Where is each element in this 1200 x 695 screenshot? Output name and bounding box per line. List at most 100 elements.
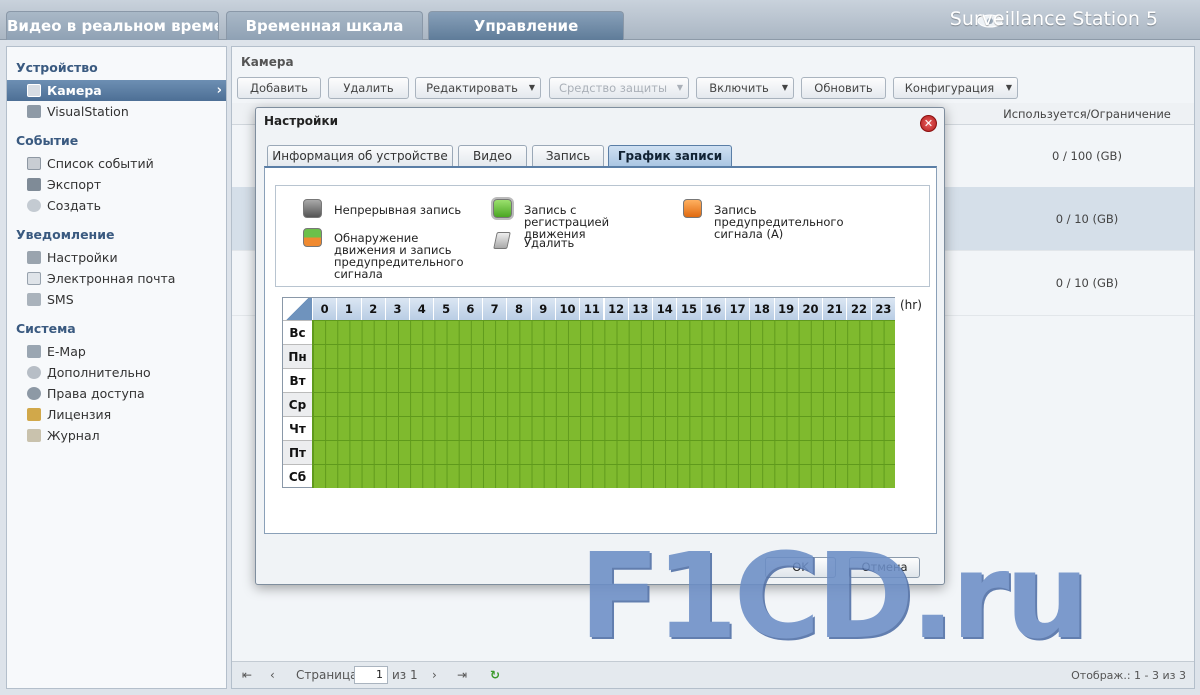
add-button[interactable]: Добавить [237, 77, 321, 99]
day-label[interactable]: Пн [283, 344, 312, 368]
sidebar-item-label: Создать [47, 198, 101, 213]
hour-label[interactable]: 3 [384, 298, 410, 320]
day-label[interactable]: Ср [283, 392, 312, 416]
day-label[interactable]: Чт [283, 416, 312, 440]
sidebar-item-advanced[interactable]: Дополнительно [7, 362, 226, 383]
first-page-icon[interactable]: ⇤ [242, 668, 252, 682]
sidebar-item-privileges[interactable]: Права доступа [7, 383, 226, 404]
hour-label[interactable]: 0 [312, 298, 337, 320]
close-icon[interactable]: ✕ [920, 115, 937, 132]
sidebar-section-notification: Уведомление [16, 227, 115, 242]
sidebar-item-create[interactable]: Создать [7, 195, 226, 216]
last-page-icon[interactable]: ⇥ [457, 668, 467, 682]
day-label[interactable]: Вт [283, 368, 312, 392]
hour-label[interactable]: 14 [652, 298, 677, 320]
page-number-input[interactable]: 1 [354, 666, 388, 684]
hour-label[interactable]: 7 [482, 298, 507, 320]
hour-label[interactable]: 21 [822, 298, 847, 320]
hour-label[interactable]: 19 [773, 298, 798, 320]
protection-button[interactable]: Средство защиты ▼ [549, 77, 689, 99]
sidebar-item-label: Настройки [47, 250, 118, 265]
column-header-usage[interactable]: Используется/Ограничение [982, 107, 1192, 121]
hour-label[interactable]: 23 [870, 298, 895, 320]
usage-cell: 0 / 100 (GB) [1052, 149, 1122, 163]
dialog-title: Настройки [264, 114, 339, 128]
refresh-icon[interactable]: ↻ [490, 668, 500, 682]
hour-label[interactable]: 15 [676, 298, 701, 320]
motion-alarm-record-icon[interactable] [303, 228, 322, 247]
select-all-corner[interactable] [283, 298, 312, 320]
hour-label[interactable]: 16 [700, 298, 725, 320]
motion-record-icon[interactable] [493, 199, 512, 218]
hour-label[interactable]: 11 [579, 298, 604, 320]
sidebar-item-visualstation[interactable]: VisualStation [7, 101, 226, 122]
prev-page-icon[interactable]: ‹ [270, 668, 275, 682]
tab-live-view[interactable]: Видео в реальном времени [6, 11, 219, 40]
refresh-button[interactable]: Обновить [801, 77, 886, 99]
dropdown-arrow-icon: ▼ [781, 83, 788, 92]
schedule-cells[interactable] [312, 320, 895, 488]
hour-label[interactable]: 13 [627, 298, 653, 320]
tab-management[interactable]: Управление [428, 11, 624, 40]
day-label[interactable]: Сб [283, 464, 312, 488]
hour-label[interactable]: 8 [506, 298, 531, 320]
hour-label[interactable]: 4 [409, 298, 434, 320]
tab-device-info[interactable]: Информация об устройстве [267, 145, 453, 167]
hour-label[interactable]: 2 [360, 298, 385, 320]
config-button[interactable]: Конфигурация ▼ [893, 77, 1018, 99]
tab-recording-schedule[interactable]: График записи [608, 145, 732, 167]
settings-icon [27, 251, 41, 264]
enable-button[interactable]: Включить ▼ [696, 77, 794, 99]
hour-label[interactable]: 20 [797, 298, 823, 320]
edit-button[interactable]: Редактировать ▼ [415, 77, 541, 99]
delete-button[interactable]: Удалить [328, 77, 409, 99]
sidebar-item-label: Список событий [47, 156, 154, 171]
hour-label[interactable]: 9 [530, 298, 555, 320]
sidebar-item-sms[interactable]: SMS [7, 289, 226, 310]
hour-label[interactable]: 10 [554, 298, 580, 320]
page-label: Страница [296, 668, 358, 682]
usage-cell: 0 / 10 (GB) [1055, 212, 1119, 226]
sidebar-item-emap[interactable]: E-Map [7, 341, 226, 362]
dropdown-arrow-icon: ▼ [1005, 83, 1012, 92]
users-icon [27, 387, 41, 400]
eraser-icon[interactable] [493, 232, 511, 249]
sidebar-item-event-list[interactable]: Список событий [7, 153, 226, 174]
watermark: F1CD.ru [579, 527, 1089, 665]
day-label[interactable]: Вс [283, 320, 312, 344]
hour-label[interactable]: 22 [846, 298, 871, 320]
map-icon [27, 345, 41, 358]
sidebar-item-notification-settings[interactable]: Настройки [7, 247, 226, 268]
visualstation-icon [27, 105, 41, 118]
sidebar-item-camera[interactable]: Камера › [7, 80, 226, 101]
legend-continuous: Непрерывная запись [334, 203, 462, 217]
continuous-record-icon[interactable] [303, 199, 322, 218]
sidebar-item-email[interactable]: Электронная почта [7, 268, 226, 289]
hour-label[interactable]: 18 [749, 298, 774, 320]
config-label: Конфигурация [904, 81, 995, 95]
sidebar-item-license[interactable]: Лицензия [7, 404, 226, 425]
next-page-icon[interactable]: › [432, 668, 437, 682]
hour-label[interactable]: 6 [457, 298, 483, 320]
hour-label[interactable]: 17 [724, 298, 750, 320]
hour-label[interactable]: 5 [433, 298, 458, 320]
sidebar-section-event: Событие [16, 133, 79, 148]
day-label[interactable]: Пт [283, 440, 312, 464]
legend-motion: Запись с регистрацией движения [524, 203, 610, 241]
sidebar-item-export[interactable]: Экспорт [7, 174, 226, 195]
sidebar-item-log[interactable]: Журнал [7, 425, 226, 446]
tab-timeline[interactable]: Временная шкала [226, 11, 423, 40]
export-icon [27, 178, 41, 191]
tab-recording[interactable]: Запись [532, 145, 604, 167]
legend-erase: Удалить [524, 236, 575, 250]
sidebar-item-label: Камера [47, 83, 102, 98]
hour-label[interactable]: 12 [603, 298, 628, 320]
enable-label: Включить [709, 81, 769, 95]
sidebar-item-label: Лицензия [47, 407, 112, 422]
hour-label[interactable]: 1 [336, 298, 361, 320]
legend-box: Непрерывная запись Обнаружение движения … [275, 185, 930, 287]
dropdown-arrow-icon: ▼ [528, 83, 535, 92]
schedule-panel: Непрерывная запись Обнаружение движения … [264, 166, 937, 534]
tab-video[interactable]: Видео [458, 145, 527, 167]
alarm-record-icon[interactable] [683, 199, 702, 218]
